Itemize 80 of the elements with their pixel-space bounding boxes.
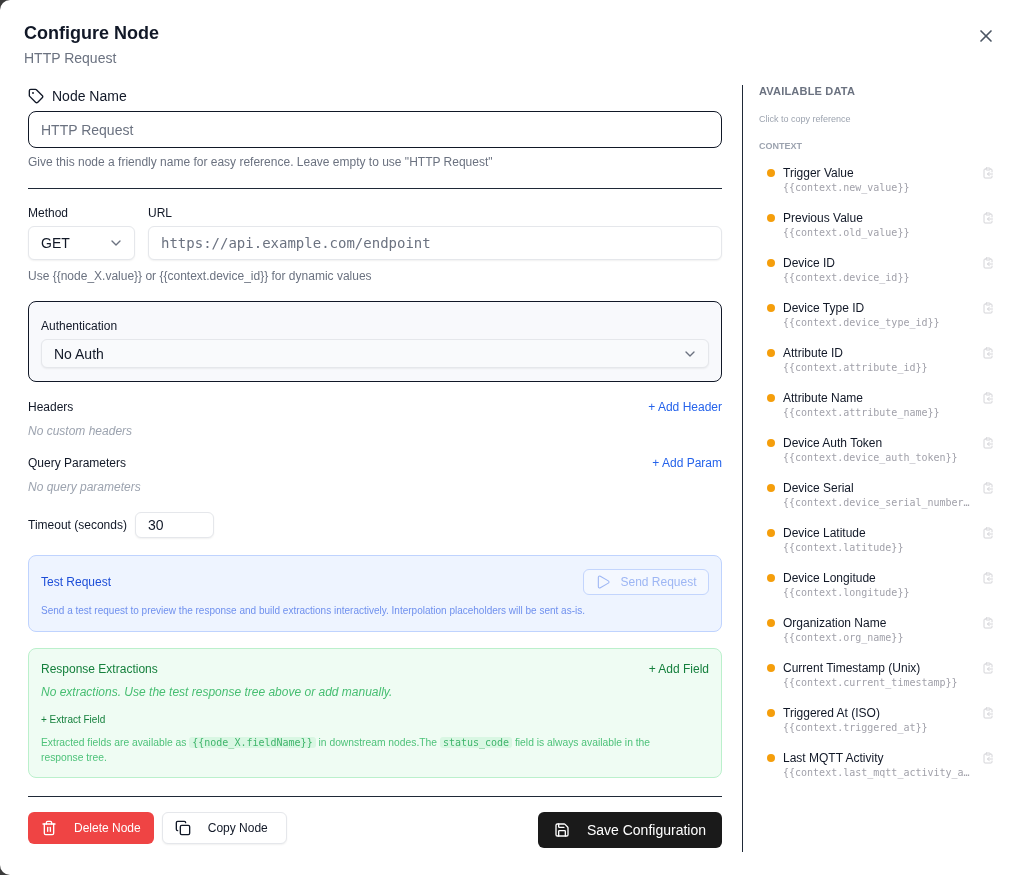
field-label: Authentication	[41, 318, 119, 334]
dot-icon	[767, 574, 775, 582]
data-label[interactable]: Device Type ID	[783, 300, 940, 316]
section-label: Query Parameters	[28, 455, 127, 471]
dot-icon	[767, 349, 775, 357]
add-link[interactable]: + Add Field	[648, 661, 709, 677]
method-select[interactable]: GET	[28, 226, 135, 260]
dot-icon	[767, 619, 775, 627]
data-label[interactable]: Organization Name	[783, 615, 904, 631]
add-link[interactable]: + Add Header	[648, 399, 722, 415]
panel-heading: AVAILABLE DATA	[759, 85, 857, 97]
timeout-input[interactable]: 30	[134, 512, 214, 538]
panel-title: Response Extractions	[41, 662, 158, 676]
data-label[interactable]: Triggered At (ISO)	[783, 705, 928, 721]
field-label: Method	[28, 205, 70, 221]
trash-icon	[41, 820, 57, 836]
dot-icon	[767, 259, 775, 267]
dot-icon	[767, 304, 775, 312]
data-label[interactable]: Current Timestamp (Unix)	[783, 660, 958, 676]
field-label: Timeout (seconds)	[28, 517, 127, 533]
clipboard-icon[interactable]	[982, 752, 994, 764]
empty-state-text: No custom headers	[28, 423, 134, 439]
data-label[interactable]: Device Latitude	[783, 525, 904, 541]
clipboard-icon[interactable]	[982, 482, 994, 494]
panel-title: Test Request	[41, 575, 112, 589]
dot-icon	[767, 394, 775, 402]
clipboard-icon[interactable]	[982, 347, 994, 359]
field-label: Node Name	[52, 88, 127, 104]
extract-field-link[interactable]: + Extract Field	[41, 713, 106, 727]
dot-icon	[767, 439, 775, 447]
clipboard-icon[interactable]	[982, 212, 994, 224]
data-label[interactable]: Previous Value	[783, 210, 910, 226]
panel-hint: Click to copy reference	[759, 113, 852, 125]
save-icon	[553, 822, 570, 838]
dot-icon	[767, 214, 775, 222]
field-label: URL	[148, 205, 173, 221]
dot-icon	[767, 664, 775, 672]
dot-icon	[767, 709, 775, 717]
clipboard-icon[interactable]	[982, 167, 994, 179]
auth-select[interactable]: No Auth	[41, 339, 709, 368]
data-label[interactable]: Attribute ID	[783, 345, 928, 361]
save-button[interactable]: Save Configuration	[537, 812, 722, 848]
section-label: Headers	[28, 399, 74, 415]
node-name-input[interactable]: HTTP Request	[28, 111, 722, 148]
extraction-note: Extracted fields are available as {{node_X.fieldName}} in downstream nodes.The status_code field is always available in the response tree.	[41, 736, 652, 765]
add-link[interactable]: + Add Param	[652, 455, 722, 471]
data-label[interactable]: Device Auth Token	[783, 435, 958, 451]
clipboard-icon[interactable]	[982, 572, 994, 584]
clipboard-icon[interactable]	[982, 437, 994, 449]
url-input[interactable]: https://api.example.com/endpoint	[148, 226, 722, 260]
delete-button[interactable]: Delete Node	[28, 812, 154, 844]
data-label[interactable]: Attribute Name	[783, 390, 940, 406]
data-label[interactable]: Device ID	[783, 255, 910, 271]
data-label[interactable]: Last MQTT Activity	[783, 750, 970, 766]
hint-text: Use {{node_X.value}} or {{context.device_id}} for dynamic values	[28, 268, 373, 284]
dot-icon	[767, 754, 775, 762]
clipboard-icon[interactable]	[982, 617, 994, 629]
dialog-title: Configure Node	[24, 22, 159, 45]
clipboard-icon[interactable]	[982, 257, 994, 269]
hint-text: Give this node a friendly name for easy reference. Leave empty to use "HTTP Request"	[28, 155, 494, 169]
data-label[interactable]: Trigger Value	[783, 165, 910, 181]
clipboard-icon[interactable]	[982, 662, 994, 674]
dialog-subtitle: HTTP Request	[24, 49, 118, 67]
dot-icon	[767, 529, 775, 537]
play-icon	[595, 574, 612, 590]
section-heading: CONTEXT	[759, 140, 803, 152]
data-label[interactable]: Device Longitude	[783, 570, 910, 586]
empty-state-text: No query parameters	[28, 479, 142, 495]
copy-button[interactable]: Copy Node	[161, 812, 287, 844]
tag-icon	[28, 88, 44, 104]
dot-icon	[767, 484, 775, 492]
clipboard-icon[interactable]	[982, 527, 994, 539]
clipboard-icon[interactable]	[982, 392, 994, 404]
dot-icon	[767, 169, 775, 177]
empty-state-text: No extractions. Use the test response tree above or add manually.	[41, 684, 394, 700]
clipboard-icon[interactable]	[982, 302, 994, 314]
panel-description: Send a test request to preview the response and build extractions interactively. Interpolation placeholders will be sent as-is.	[41, 604, 586, 618]
data-label[interactable]: Device Serial	[783, 480, 970, 496]
clipboard-icon[interactable]	[982, 707, 994, 719]
copy-icon	[174, 820, 191, 836]
